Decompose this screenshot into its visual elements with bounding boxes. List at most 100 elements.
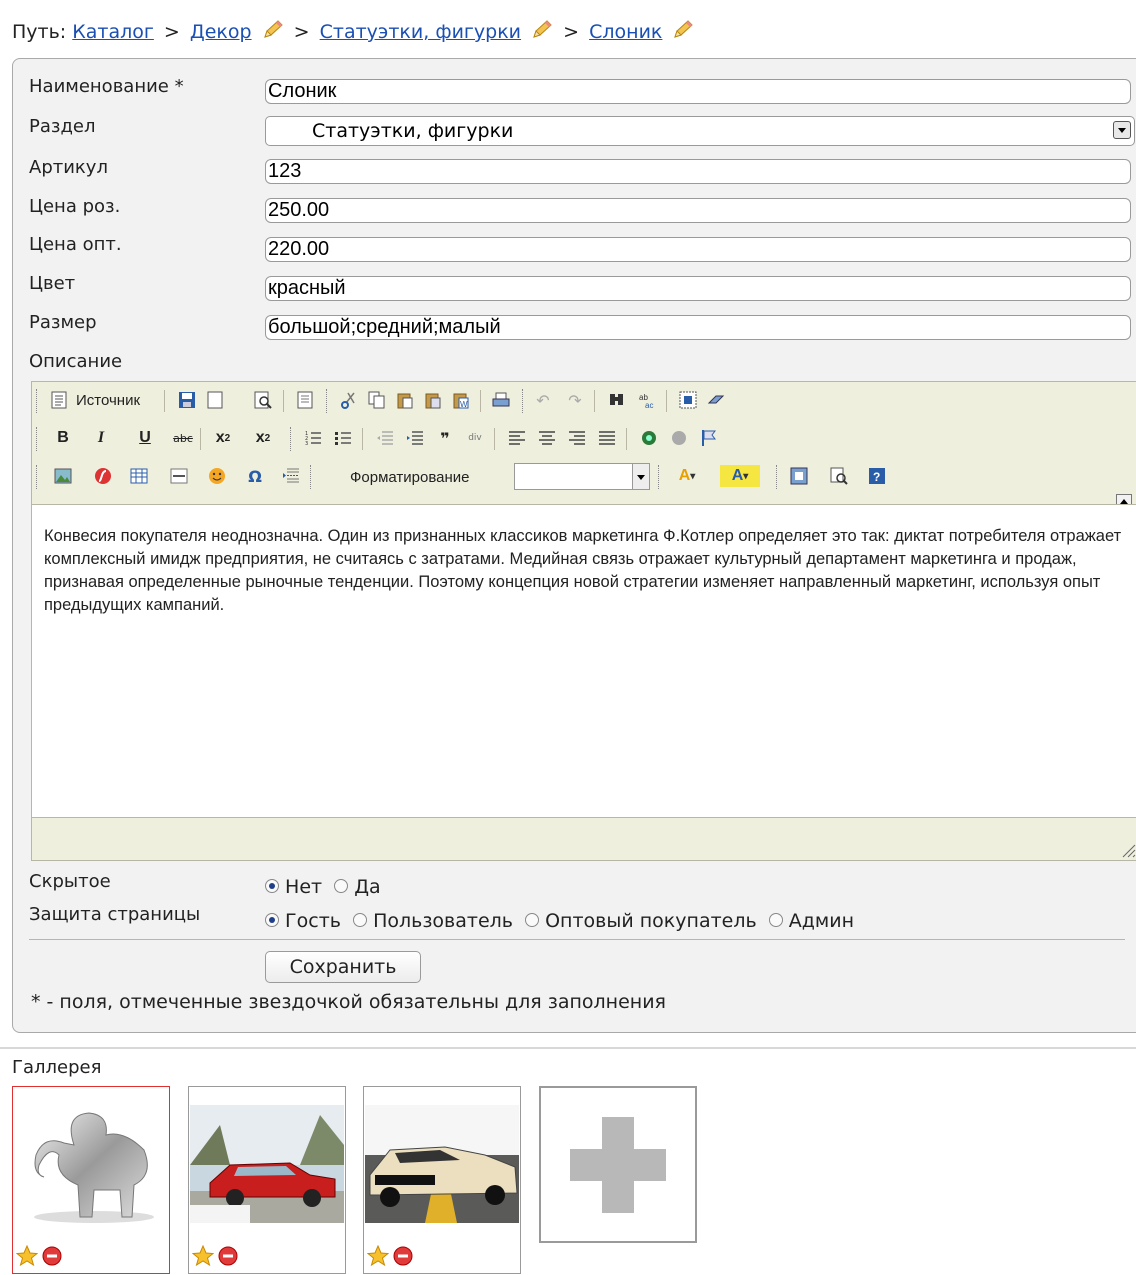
delete-icon[interactable] (218, 1246, 238, 1266)
cut-icon[interactable] (338, 389, 360, 411)
toolbar-grip[interactable] (290, 427, 294, 451)
source-icon[interactable] (48, 389, 70, 411)
format-select[interactable] (514, 463, 650, 490)
toolbar-grip[interactable] (36, 465, 40, 489)
preview-icon[interactable] (252, 389, 274, 411)
chevron-down-icon[interactable] (632, 464, 649, 489)
create-div-icon[interactable]: div (464, 427, 486, 449)
gallery-thumbnail[interactable] (188, 1086, 346, 1274)
save-button[interactable]: Сохранить (265, 951, 421, 983)
paste-text-icon[interactable] (422, 389, 444, 411)
paste-word-icon[interactable]: W (450, 389, 472, 411)
eraser-icon[interactable] (705, 389, 727, 411)
chevron-down-icon[interactable] (1113, 121, 1131, 139)
breadcrumb-link-decor[interactable]: Декор (190, 21, 252, 43)
protection-radio-guest[interactable] (265, 913, 279, 927)
source-button[interactable]: Источник (76, 392, 140, 409)
name-field[interactable] (265, 79, 1131, 104)
hidden-radio-yes[interactable] (334, 879, 349, 893)
find-icon[interactable] (606, 389, 628, 411)
outdent-icon[interactable] (374, 427, 396, 449)
templates-icon[interactable] (294, 389, 316, 411)
star-icon[interactable] (192, 1245, 214, 1267)
wholesale-price-field[interactable] (265, 237, 1131, 262)
bulleted-list-icon[interactable] (332, 427, 354, 449)
toolbar-grip[interactable] (658, 465, 662, 489)
red-car-image (190, 1105, 344, 1223)
print-icon[interactable] (490, 389, 512, 411)
edit-pencil-icon[interactable] (262, 20, 284, 40)
gallery-thumbnail[interactable] (12, 1086, 170, 1274)
size-field[interactable] (265, 315, 1131, 340)
delete-icon[interactable] (42, 1246, 62, 1266)
undo-icon[interactable]: ↶ (532, 389, 554, 411)
section-select[interactable]: Статуэтки, фигурки (265, 116, 1135, 146)
star-icon[interactable] (16, 1245, 38, 1267)
toolbar-grip[interactable] (310, 465, 314, 489)
breadcrumb-link-figurines[interactable]: Статуэтки, фигурки (320, 21, 521, 43)
breadcrumb-link-elephant[interactable]: Слоник (589, 21, 662, 43)
toolbar-grip[interactable] (36, 389, 40, 413)
toolbar-grip[interactable] (36, 427, 40, 451)
maximize-icon[interactable] (788, 465, 810, 487)
text-color-icon[interactable]: A ▾ (670, 465, 704, 487)
article-field[interactable] (265, 159, 1131, 184)
replace-icon[interactable]: ab ac (636, 389, 658, 411)
page-break-icon[interactable] (280, 465, 302, 487)
align-right-icon[interactable] (566, 427, 588, 449)
save-icon[interactable] (176, 389, 198, 411)
table-icon[interactable] (128, 465, 150, 487)
elephant-figurine-image (34, 1112, 154, 1223)
italic-icon[interactable]: I (90, 427, 112, 449)
toolbar-grip[interactable] (522, 389, 526, 413)
toolbar-grip[interactable] (326, 389, 330, 413)
protection-radio-wholesale[interactable] (525, 913, 540, 927)
paste-icon[interactable] (394, 389, 416, 411)
align-left-icon[interactable] (506, 427, 528, 449)
resize-grip-icon[interactable] (1120, 842, 1136, 858)
editor-content[interactable]: Конвесия покупателя неоднозначна. Один и… (32, 504, 1136, 818)
cream-muscle-car-image (365, 1105, 519, 1223)
bg-color-icon[interactable]: A ▾ (720, 465, 760, 487)
hidden-radio-no[interactable] (265, 879, 279, 893)
edit-pencil-icon[interactable] (531, 20, 553, 40)
anchor-flag-icon[interactable] (698, 427, 720, 449)
hidden-option-label: Да (354, 876, 381, 898)
protection-radio-user[interactable] (353, 913, 368, 927)
bold-icon[interactable]: B (52, 427, 74, 449)
superscript-icon[interactable]: x2 (252, 427, 274, 449)
subscript-icon[interactable]: x2 (212, 427, 234, 449)
numbered-list-icon[interactable]: 123 (302, 427, 324, 449)
select-all-icon[interactable] (677, 389, 699, 411)
color-field[interactable] (265, 276, 1131, 301)
edit-pencil-icon[interactable] (672, 20, 694, 40)
blockquote-icon[interactable]: ❞ (434, 427, 456, 449)
star-icon[interactable] (367, 1245, 389, 1267)
redo-icon[interactable]: ↷ (564, 389, 586, 411)
horizontal-rule-icon[interactable] (168, 465, 190, 487)
align-center-icon[interactable] (536, 427, 558, 449)
toolbar-grip[interactable] (776, 465, 780, 489)
unlink-icon[interactable] (668, 427, 690, 449)
align-justify-icon[interactable] (596, 427, 618, 449)
image-icon[interactable] (52, 465, 74, 487)
special-char-icon[interactable]: Ω (244, 465, 266, 487)
gallery-title: Галлерея (12, 1057, 102, 1078)
retail-price-field[interactable] (265, 198, 1131, 223)
protection-radio-admin[interactable] (768, 913, 783, 927)
underline-icon[interactable]: U (134, 427, 156, 449)
strikethrough-icon[interactable]: abc (172, 427, 194, 449)
smiley-icon[interactable] (206, 465, 228, 487)
show-blocks-icon[interactable] (828, 465, 850, 487)
new-page-icon[interactable] (204, 389, 226, 411)
link-icon[interactable] (638, 427, 660, 449)
breadcrumb-link-catalog[interactable]: Каталог (72, 21, 154, 43)
delete-icon[interactable] (393, 1246, 413, 1266)
copy-icon[interactable] (366, 389, 388, 411)
required-note: * - поля, отмеченные звездочкой обязател… (31, 991, 666, 1013)
help-icon[interactable]: ? (866, 465, 888, 487)
flash-icon[interactable] (92, 465, 114, 487)
indent-icon[interactable] (404, 427, 426, 449)
gallery-thumbnail[interactable] (363, 1086, 521, 1274)
add-image-button[interactable] (539, 1086, 697, 1243)
